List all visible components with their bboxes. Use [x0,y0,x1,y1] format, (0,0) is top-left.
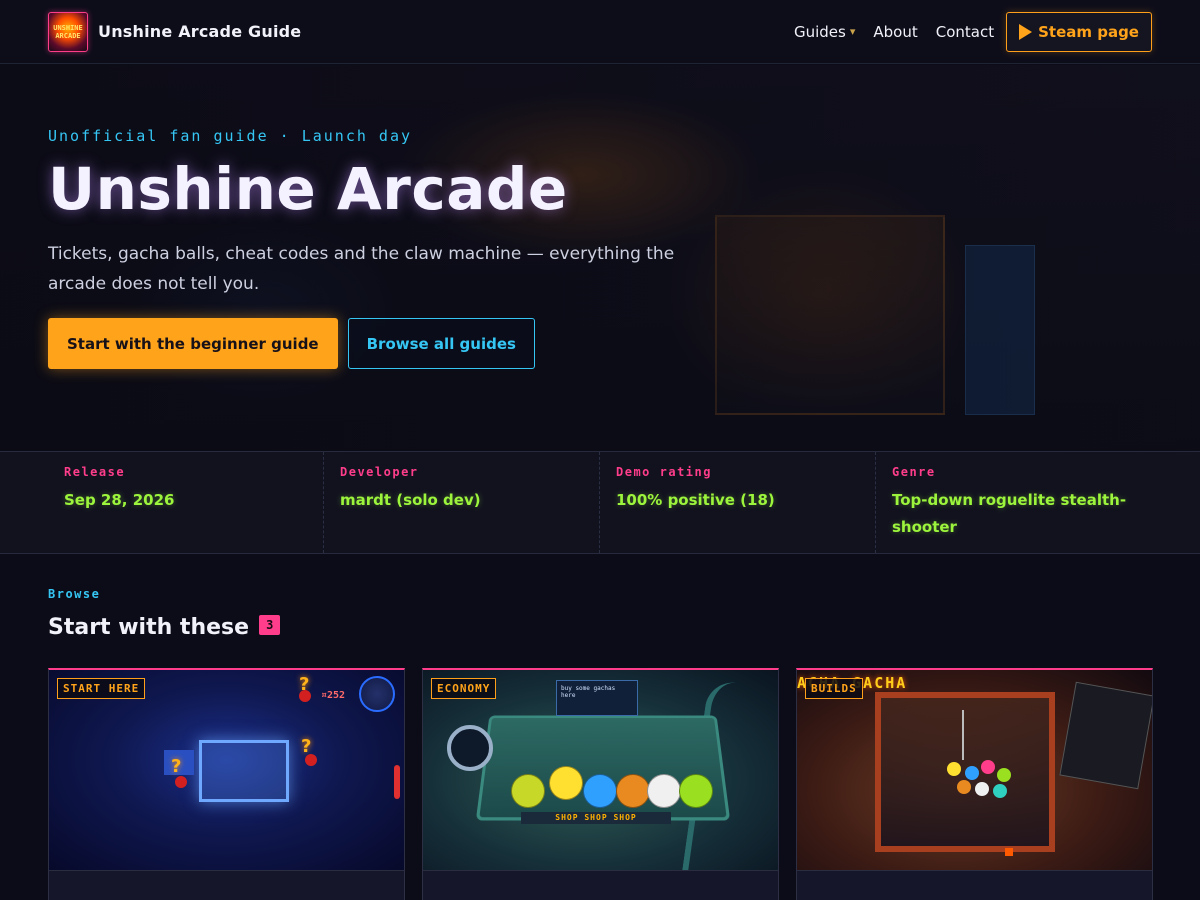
play-icon [1019,23,1033,40]
scene-room [199,740,289,802]
gacha-ball-icon [679,774,713,808]
question-mark-icon: ? [171,756,182,777]
guide-card-tickets[interactable]: buy some gachas here SHOP SHOP SHOP ECON… [422,668,779,900]
prize-ball-icon [957,780,971,794]
scene-sign: buy some gachas here [556,680,638,716]
stat-demo-rating: Demo rating 100% positive (18) [600,452,876,553]
nav-about[interactable]: About [873,23,917,41]
card-body [49,870,404,900]
card-thumbnail: buy some gachas here SHOP SHOP SHOP [423,670,778,870]
hero-section: Unofficial fan guide · Launch day Unshin… [0,65,1200,451]
scene-shop-strip: SHOP SHOP SHOP [521,812,671,824]
prize-ball-icon [975,782,989,796]
site-header: UNSHINE ARCADE Unshine Arcade Guide Guide… [0,0,1200,64]
beginner-guide-button[interactable]: Start with the beginner guide [48,318,338,369]
chevron-down-icon: ▾ [849,25,856,38]
gacha-ball-icon [549,766,583,800]
nav-guides-label: Guides [793,22,846,41]
gacha-ball-icon [583,774,617,808]
nav-contact[interactable]: Contact [936,23,994,41]
button-icon [1005,848,1013,856]
stat-value: 100% positive (18) [616,491,775,509]
prize-ball-icon [993,784,1007,798]
steam-page-button[interactable]: Steam page [1006,11,1152,52]
enemy-icon [299,690,311,702]
stat-label: Demo rating [616,465,712,479]
site-logo-icon[interactable]: UNSHINE ARCADE [48,11,88,52]
gacha-ball-icon [647,774,681,808]
hero-description: Tickets, gacha balls, cheat codes and th… [48,244,675,294]
enemy-icon [175,776,187,788]
card-tag: BUILDS [805,678,863,699]
game-facts-bar: Release Sep 28, 2026 Developer mardt (so… [0,451,1200,554]
card-body [797,870,1152,900]
stat-genre: Genre Top-down roguelite stealth-shooter [876,452,1152,553]
card-tag: ECONOMY [431,678,497,699]
guide-card-beginner[interactable]: ? ? ? ¤252 START HERE [48,668,405,900]
guide-card-builds[interactable]: ACHA GACHA BUILDS [796,668,1153,900]
gacha-ball-icon [616,774,650,808]
site-title[interactable]: Unshine Arcade Guide [98,22,301,41]
hero-actions: Start with the beginner guide Browse all… [48,318,535,369]
scene-note [1059,681,1152,790]
stat-value: mardt (solo dev) [340,491,481,509]
browse-guides-button[interactable]: Browse all guides [347,318,535,369]
prize-ball-icon [997,768,1011,782]
stat-release: Release Sep 28, 2026 [48,452,324,553]
prize-ball-icon [965,766,979,780]
count-badge: 3 [259,614,281,635]
hero-eyebrow: Unofficial fan guide · Launch day [48,127,413,145]
claw-icon [962,710,964,760]
enemy-icon [305,754,317,766]
stat-value: Top-down roguelite stealth-shooter [892,491,1127,536]
scene-disc [447,725,493,771]
hero-title: Unshine Arcade [48,155,568,223]
stat-developer: Developer mardt (solo dev) [324,452,600,553]
stat-label: Genre [892,465,936,479]
card-thumbnail: ACHA GACHA [797,670,1152,870]
card-body [423,870,778,900]
guide-cards: ? ? ? ¤252 START HERE buy some gachas he… [48,668,1153,900]
prize-ball-icon [947,762,961,776]
stat-label: Release [64,465,126,479]
card-tag: START HERE [57,678,146,699]
minimap-icon [359,676,395,712]
section-title-text: Start with these [48,615,250,640]
card-thumbnail: ? ? ? ¤252 [49,670,404,870]
section-title: Start with these 3 [48,614,281,640]
score-icon: ¤252 [321,690,346,701]
door-icon [394,765,400,799]
browse-eyebrow: Browse [48,587,101,601]
stat-label: Developer [340,465,419,479]
steam-page-label: Steam page [1038,22,1139,41]
gacha-ball-icon [511,774,545,808]
stat-value: Sep 28, 2026 [64,491,175,509]
nav-guides[interactable]: Guides ▾ [794,23,855,41]
main-nav: Guides ▾ About Contact Steam page [794,11,1152,52]
prize-ball-icon [981,760,995,774]
